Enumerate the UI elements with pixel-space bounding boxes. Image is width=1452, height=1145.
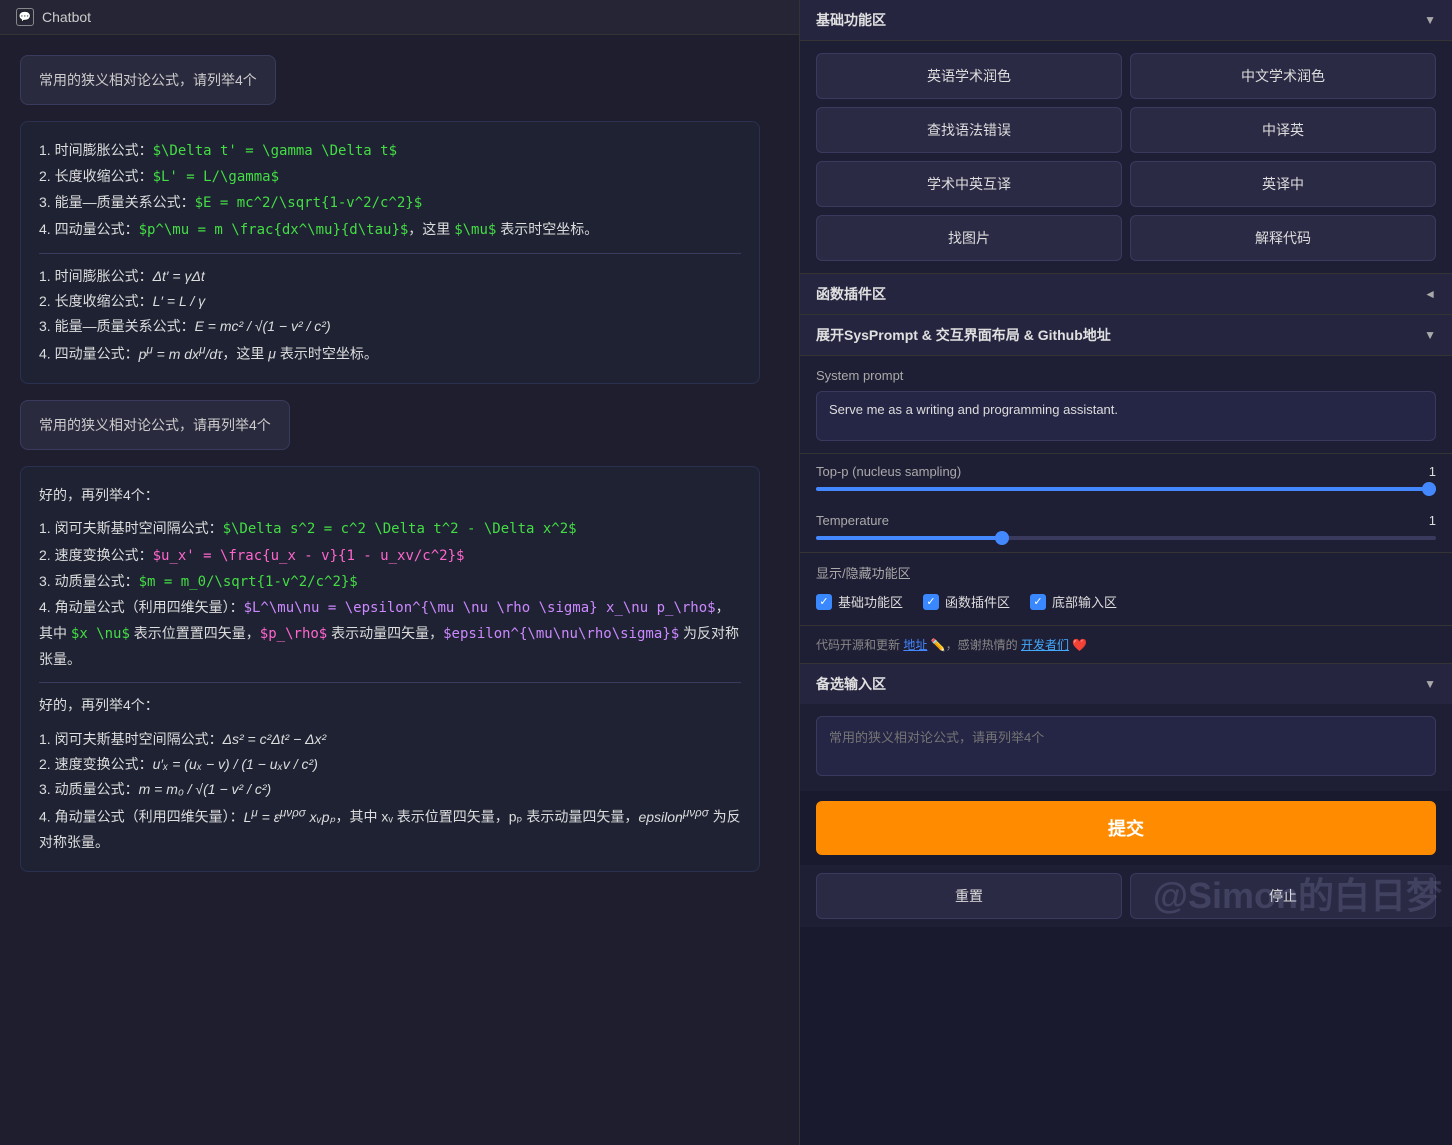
btn-en-to-zh[interactable]: 英译中: [1130, 161, 1436, 207]
backup-section-header[interactable]: 备选输入区 ▼: [800, 663, 1452, 704]
assistant-footer: 好的，再列举4个：: [39, 693, 741, 718]
sysprompt-label: System prompt: [816, 368, 1436, 383]
sysprompt-arrow: ▼: [1424, 328, 1436, 342]
checkbox-plugin-label: 函数插件区: [945, 592, 1010, 611]
formula-list-rendered: 1. 时间膨胀公式：Δt′ = γΔt 2. 长度收缩公式：L′ = L / γ…: [39, 264, 741, 367]
temperature-label: Temperature: [816, 513, 889, 528]
backup-input-area: [800, 704, 1452, 791]
sysprompt-section-header[interactable]: 展开SysPrompt & 交互界面布局 & Github地址 ▼: [800, 315, 1452, 356]
list-item: 3. 能量—质量关系公式：E = mc² / √(1 − v² / c²): [39, 314, 741, 339]
basic-section-header[interactable]: 基础功能区 ▼: [800, 0, 1452, 41]
btn-academic-translate[interactable]: 学术中英互译: [816, 161, 1122, 207]
sysprompt-value: Serve me as a writing and programming as…: [816, 391, 1436, 441]
list-item: 1. 时间膨胀公式：Δt′ = γΔt: [39, 264, 741, 289]
chat-messages: 常用的狭义相对论公式，请列举4个 1. 时间膨胀公式：$\Delta t' = …: [0, 35, 799, 1145]
temperature-fill: [816, 536, 1002, 540]
left-panel: 💬 Chatbot 常用的狭义相对论公式，请列举4个 1. 时间膨胀公式：$\D…: [0, 0, 800, 1145]
list-item: 1. 闵可夫斯基时空间隔公式：$\Delta s^2 = c^2 \Delta …: [39, 516, 741, 542]
stop-button[interactable]: 停止: [1130, 873, 1436, 919]
formula-list-raw: 1. 时间膨胀公式：$\Delta t' = \gamma \Delta t$ …: [39, 138, 741, 243]
list-item: 1. 闵可夫斯基时空间隔公式：Δs² = c²Δt² − Δx²: [39, 727, 741, 752]
chatbot-icon: 💬: [16, 8, 34, 26]
credit-row: 代码开源和更新 地址 ✏️，感谢热情的 开发者们 ❤️: [800, 625, 1452, 663]
formula-list-rendered2: 1. 闵可夫斯基时空间隔公式：Δs² = c²Δt² − Δx² 2. 速度变换…: [39, 727, 741, 856]
btn-chinese-polish[interactable]: 中文学术润色: [1130, 53, 1436, 99]
basic-section-arrow: ▼: [1424, 13, 1436, 27]
credit-link2[interactable]: 开发者们: [1021, 638, 1069, 652]
submit-button[interactable]: 提交: [816, 801, 1436, 855]
list-item: 3. 动质量公式：$m = m_0/\sqrt{1-v^2/c^2}$: [39, 569, 741, 595]
reset-button[interactable]: 重置: [816, 873, 1122, 919]
temperature-thumb[interactable]: [995, 531, 1009, 545]
user-message-1: 常用的狭义相对论公式，请列举4个: [20, 55, 276, 105]
basic-btn-grid: 英语学术润色 中文学术润色 查找语法错误 中译英 学术中英互译 英译中 找图片 …: [800, 41, 1452, 273]
plugin-section-header[interactable]: 函数插件区 ◄: [800, 273, 1452, 315]
btn-explain-code[interactable]: 解释代码: [1130, 215, 1436, 261]
sysprompt-content: System prompt Serve me as a writing and …: [800, 356, 1452, 454]
checkbox-basic-label: 基础功能区: [838, 592, 903, 611]
temperature-slider-track: [816, 536, 1436, 540]
top-p-fill: [816, 487, 1436, 491]
credit-link[interactable]: 地址: [903, 638, 927, 652]
chatbot-title: Chatbot: [42, 9, 91, 25]
credit-mid: ✏️，感谢热情的: [931, 638, 1018, 652]
list-item: 3. 能量—质量关系公式：$E = mc^2/\sqrt{1-v^2/c^2}$: [39, 190, 741, 216]
checkbox-basic[interactable]: ✓ 基础功能区: [816, 592, 903, 611]
top-p-slider-container: [800, 483, 1452, 503]
btn-grammar-check[interactable]: 查找语法错误: [816, 107, 1122, 153]
assistant-prefix: 好的，再列举4个：: [39, 483, 741, 508]
assistant-message-1: 1. 时间膨胀公式：$\Delta t' = \gamma \Delta t$ …: [20, 121, 760, 384]
visibility-label: 显示/隐藏功能区: [816, 563, 1436, 582]
bottom-btns: 重置 停止 @Simon的白日梦: [800, 865, 1452, 927]
list-item: 2. 速度变换公式：$u_x' = \frac{u_x - v}{1 - u_x…: [39, 543, 741, 569]
top-p-thumb[interactable]: [1422, 482, 1436, 496]
list-item: 2. 长度收缩公式：L′ = L / γ: [39, 289, 741, 314]
top-p-value: 1: [1406, 464, 1436, 479]
btn-zh-to-en[interactable]: 中译英: [1130, 107, 1436, 153]
list-item: 4. 四动量公式：$p^\mu = m \frac{dx^\mu}{d\tau}…: [39, 217, 741, 243]
user-message-2: 常用的狭义相对论公式，请再列举4个: [20, 400, 290, 450]
checkbox-bottom-label: 底部输入区: [1052, 592, 1117, 611]
backup-section-title: 备选输入区: [816, 674, 886, 694]
credit-text: 代码开源和更新: [816, 638, 900, 652]
backup-arrow: ▼: [1424, 677, 1436, 691]
checkbox-bottom[interactable]: ✓ 底部输入区: [1030, 592, 1117, 611]
backup-textarea[interactable]: [816, 716, 1436, 776]
top-p-row: Top-p (nucleus sampling) 1: [800, 454, 1452, 483]
top-p-slider-track: [816, 487, 1436, 491]
chat-header: 💬 Chatbot: [0, 0, 799, 35]
checkbox-plugin-box: ✓: [923, 594, 939, 610]
plugin-section-title: 函数插件区: [816, 284, 886, 304]
right-panel: 基础功能区 ▼ 英语学术润色 中文学术润色 查找语法错误 中译英 学术中英互译 …: [800, 0, 1452, 1145]
btn-english-polish[interactable]: 英语学术润色: [816, 53, 1122, 99]
temperature-value: 1: [1406, 513, 1436, 528]
list-item: 4. 角动量公式（利用四维矢量）：Lμ = εμνρσ xᵥpₚ，其中 xᵥ 表…: [39, 802, 741, 855]
checkbox-row: ✓ 基础功能区 ✓ 函数插件区 ✓ 底部输入区: [816, 592, 1436, 611]
temperature-row: Temperature 1: [800, 503, 1452, 532]
list-item: 2. 速度变换公式：u′ₓ = (uₓ − v) / (1 − uₓv / c²…: [39, 752, 741, 777]
list-item: 3. 动质量公式：m = m₀ / √(1 − v² / c²): [39, 777, 741, 802]
checkbox-plugin[interactable]: ✓ 函数插件区: [923, 592, 1010, 611]
list-item: 4. 角动量公式（利用四维矢量）：$L^\mu\nu = \epsilon^{\…: [39, 595, 741, 673]
list-item: 4. 四动量公式：pμ = m dxμ/dτ，这里 μ 表示时空坐标。: [39, 339, 741, 367]
basic-section-title: 基础功能区: [816, 10, 886, 30]
top-p-label: Top-p (nucleus sampling): [816, 464, 961, 479]
plugin-section-arrow: ◄: [1424, 287, 1436, 301]
temperature-slider-container: [800, 532, 1452, 552]
list-item: 2. 长度收缩公式：$L' = L/\gamma$: [39, 164, 741, 190]
checkbox-bottom-box: ✓: [1030, 594, 1046, 610]
checkbox-basic-box: ✓: [816, 594, 832, 610]
credit-heart: ❤️: [1072, 638, 1087, 652]
sysprompt-section-title: 展开SysPrompt & 交互界面布局 & Github地址: [816, 325, 1111, 345]
list-item: 1. 时间膨胀公式：$\Delta t' = \gamma \Delta t$: [39, 138, 741, 164]
visibility-section: 显示/隐藏功能区 ✓ 基础功能区 ✓ 函数插件区 ✓ 底部输入区: [800, 552, 1452, 625]
assistant-message-2: 好的，再列举4个： 1. 闵可夫斯基时空间隔公式：$\Delta s^2 = c…: [20, 466, 760, 872]
formula-list-raw2: 1. 闵可夫斯基时空间隔公式：$\Delta s^2 = c^2 \Delta …: [39, 516, 741, 672]
btn-find-image[interactable]: 找图片: [816, 215, 1122, 261]
